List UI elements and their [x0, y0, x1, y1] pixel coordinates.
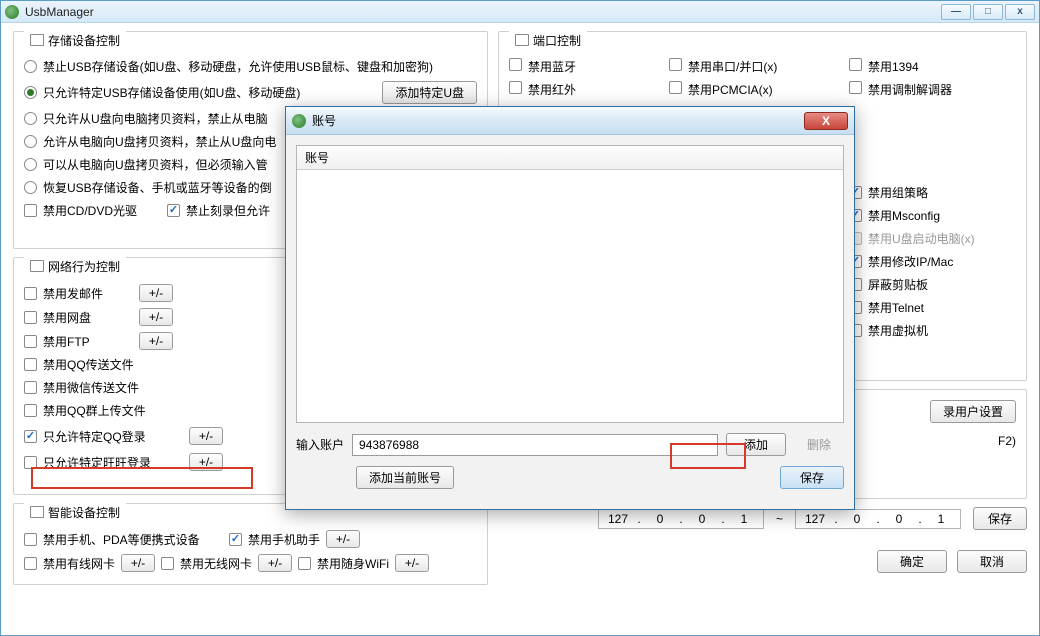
- pm-wifi[interactable]: +/-: [395, 554, 429, 572]
- ip-to[interactable]: 127. 0. 0. 1: [795, 509, 961, 529]
- checkbox-disable-infrared[interactable]: [509, 81, 522, 94]
- storage-icon: [30, 34, 44, 46]
- pm-email[interactable]: +/-: [139, 284, 173, 302]
- network-icon: [30, 260, 44, 272]
- checkbox-disable-phone-pda[interactable]: [24, 533, 37, 546]
- pm-wireless[interactable]: +/-: [258, 554, 292, 572]
- pm-phone[interactable]: +/-: [326, 530, 360, 548]
- minimize-button[interactable]: —: [941, 4, 971, 20]
- ip-from[interactable]: 127. 0. 0. 1: [598, 509, 764, 529]
- dialog-save-button[interactable]: 保存: [780, 466, 844, 489]
- checkbox-disable-ftp[interactable]: [24, 335, 37, 348]
- radio-pc-to-usb-password[interactable]: [24, 158, 37, 171]
- pm-netdisk[interactable]: +/-: [139, 308, 173, 326]
- account-listbox[interactable]: 账号: [296, 145, 844, 423]
- checkbox-disable-1394[interactable]: [849, 58, 862, 71]
- add-specific-usb-button[interactable]: 添加特定U盘: [382, 81, 477, 104]
- checkbox-disable-wechat-file[interactable]: [24, 381, 37, 394]
- pm-wangwang[interactable]: +/-: [189, 453, 223, 471]
- account-list-header: 账号: [297, 146, 843, 170]
- device-group: 智能设备控制 禁用手机、PDA等便携式设备 禁用手机助手 +/- 禁用有线网卡 …: [13, 503, 488, 585]
- radio-restore-usb[interactable]: [24, 181, 37, 194]
- checkbox-disable-modem[interactable]: [849, 81, 862, 94]
- radio-allow-specific-usb[interactable]: [24, 86, 37, 99]
- window-title: UsbManager: [25, 5, 941, 19]
- network-legend: 网络行为控制: [48, 258, 120, 275]
- close-button[interactable]: x: [1005, 4, 1035, 20]
- pm-qq[interactable]: +/-: [189, 427, 223, 445]
- checkbox-disable-qqgroup-file[interactable]: [24, 404, 37, 417]
- dialog-close-button[interactable]: X: [804, 112, 848, 130]
- port-icon: [515, 34, 529, 46]
- radio-usb-to-pc-only[interactable]: [24, 112, 37, 125]
- port-legend: 端口控制: [533, 32, 581, 49]
- pm-wired[interactable]: +/-: [121, 554, 155, 572]
- checkbox-disable-pcmcia[interactable]: [669, 81, 682, 94]
- checkbox-allow-specific-wangwang[interactable]: [24, 456, 37, 469]
- delete-button[interactable]: 删除: [794, 436, 844, 453]
- checkbox-allow-specific-qq[interactable]: [24, 430, 37, 443]
- f2-label: F2): [998, 434, 1016, 448]
- checkbox-disable-portable-wifi[interactable]: [298, 557, 311, 570]
- app-icon: [5, 5, 19, 19]
- radio-pc-to-usb-only[interactable]: [24, 135, 37, 148]
- checkbox-disable-bluetooth[interactable]: [509, 58, 522, 71]
- checkbox-disable-burn[interactable]: [167, 204, 180, 217]
- dialog-app-icon: [292, 114, 306, 128]
- checkbox-disable-qq-file[interactable]: [24, 358, 37, 371]
- storage-legend: 存储设备控制: [48, 32, 120, 49]
- checkbox-disable-email[interactable]: [24, 287, 37, 300]
- dialog-titlebar: 账号 X: [286, 107, 854, 135]
- maximize-button[interactable]: □: [973, 4, 1003, 20]
- add-button[interactable]: 添加: [726, 433, 786, 456]
- checkbox-disable-wireless-nic[interactable]: [161, 557, 174, 570]
- checkbox-disable-netdisk[interactable]: [24, 311, 37, 324]
- dialog-title: 账号: [312, 112, 804, 129]
- checkbox-disable-wired-nic[interactable]: [24, 557, 37, 570]
- titlebar: UsbManager — □ x: [1, 1, 1039, 23]
- account-input[interactable]: [352, 434, 718, 456]
- device-icon: [30, 506, 44, 518]
- checkbox-disable-cd[interactable]: [24, 204, 37, 217]
- cancel-button[interactable]: 取消: [957, 550, 1027, 573]
- ip-save-button[interactable]: 保存: [973, 507, 1027, 530]
- checkbox-disable-phone-assistant[interactable]: [229, 533, 242, 546]
- add-current-button[interactable]: 添加当前账号: [356, 466, 454, 489]
- pm-ftp[interactable]: +/-: [139, 332, 173, 350]
- user-settings-button[interactable]: 录用户设置: [930, 400, 1016, 423]
- input-label: 输入账户: [296, 436, 344, 453]
- device-legend: 智能设备控制: [48, 504, 120, 521]
- checkbox-disable-serial[interactable]: [669, 58, 682, 71]
- account-dialog: 账号 X 账号 输入账户 添加 删除 添加当前账号 保存: [285, 106, 855, 510]
- radio-disable-usb[interactable]: [24, 60, 37, 73]
- ip-dash: ~: [776, 512, 783, 526]
- ok-button[interactable]: 确定: [877, 550, 947, 573]
